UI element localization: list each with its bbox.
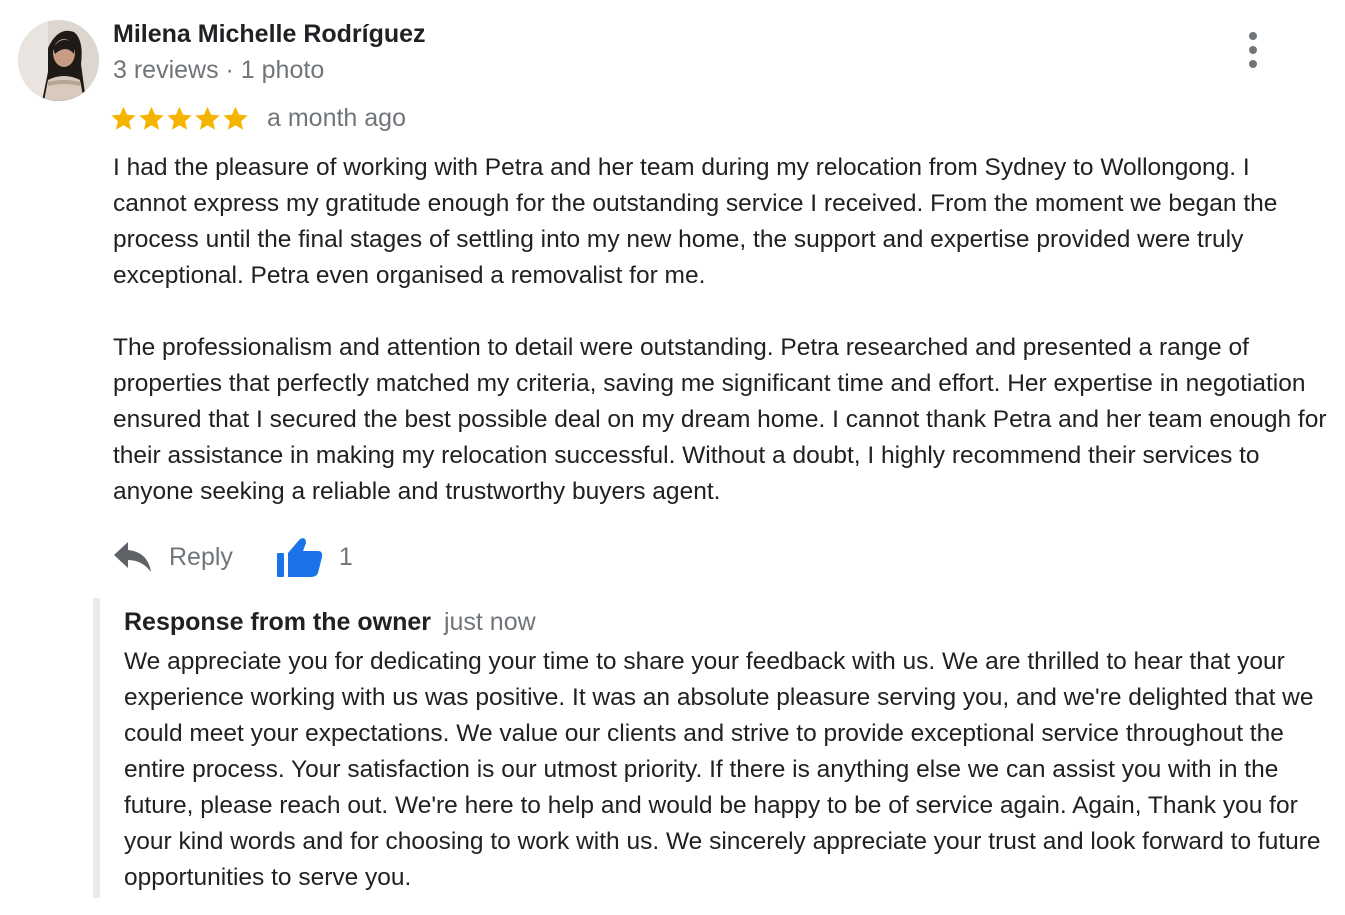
avatar[interactable] bbox=[18, 20, 99, 101]
review-time: a month ago bbox=[267, 103, 406, 132]
review-paragraph: The professionalism and attention to det… bbox=[113, 334, 1327, 505]
author-meta[interactable]: 3 reviews · 1 photo bbox=[113, 56, 324, 85]
more-vert-icon-dot bbox=[1249, 46, 1257, 54]
owner-response: Response from the owner just now We appr… bbox=[93, 598, 1335, 898]
star-icon bbox=[167, 106, 192, 130]
thumb-up-icon bbox=[276, 538, 323, 577]
owner-response-header: Response from the owner just now bbox=[124, 608, 536, 637]
avatar-photo bbox=[18, 20, 99, 101]
reply-button[interactable]: Reply bbox=[113, 540, 233, 574]
review-actions: Reply 1 bbox=[113, 530, 353, 584]
reply-label: Reply bbox=[169, 542, 233, 571]
owner-response-time: just now bbox=[443, 608, 536, 636]
star-icon bbox=[223, 106, 248, 130]
review-paragraph: I had the pleasure of working with Petra… bbox=[113, 154, 1278, 289]
author-name[interactable]: Milena Michelle Rodríguez bbox=[113, 20, 426, 49]
rating-row: a month ago bbox=[110, 100, 406, 136]
more-vert-icon-dot bbox=[1249, 60, 1257, 68]
star-icon bbox=[195, 106, 220, 130]
more-options-button[interactable] bbox=[1236, 28, 1270, 72]
star-icon bbox=[139, 106, 164, 130]
reply-arrow-icon bbox=[114, 542, 151, 572]
owner-response-text: We appreciate you for dedicating your ti… bbox=[124, 648, 1321, 891]
more-vert-icon bbox=[1249, 32, 1257, 40]
owner-response-label: Response from the owner bbox=[124, 608, 431, 636]
like-button[interactable]: 1 bbox=[276, 536, 353, 578]
star-rating bbox=[110, 105, 249, 132]
star-icon bbox=[111, 106, 136, 130]
review-card: Milena Michelle Rodríguez 3 reviews · 1 … bbox=[0, 0, 1345, 915]
like-count: 1 bbox=[338, 542, 353, 571]
review-text: I had the pleasure of working with Petra… bbox=[113, 150, 1328, 510]
